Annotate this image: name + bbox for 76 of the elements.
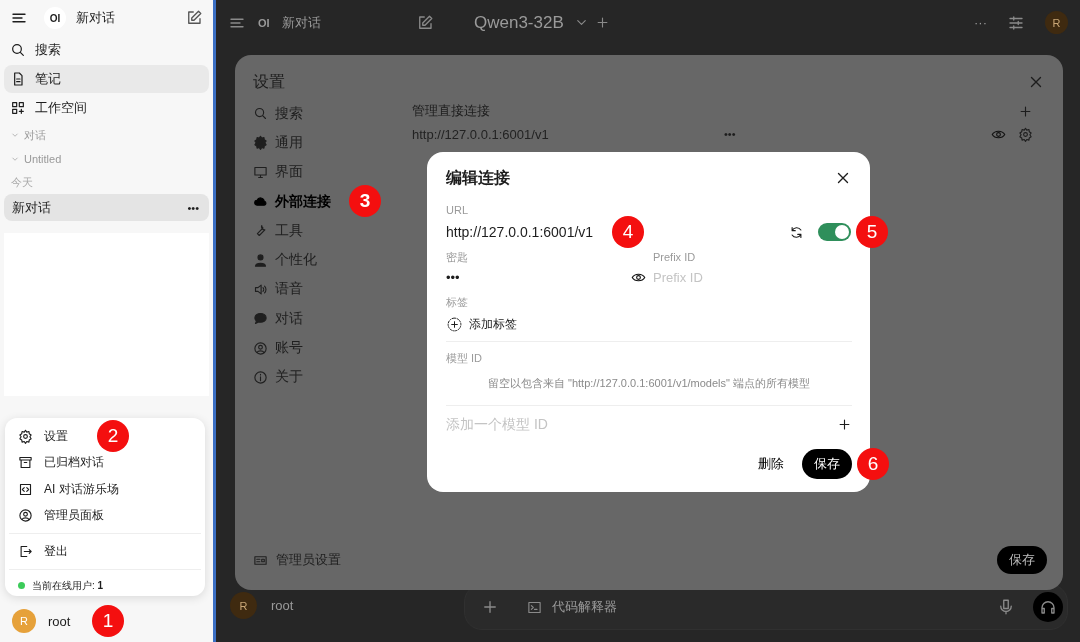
- connection-key: •••: [724, 128, 736, 140]
- user-name: root: [271, 598, 294, 613]
- sliders-icon: [1007, 13, 1025, 32]
- settings-icon[interactable]: [1018, 126, 1033, 142]
- save-button[interactable]: 保存: [997, 546, 1047, 574]
- url-field[interactable]: http://127.0.0.1:6001/v1: [446, 224, 594, 240]
- plus-icon[interactable]: [837, 416, 852, 432]
- section-title: 管理直接连接: [412, 102, 490, 120]
- admin-icon: [18, 508, 33, 524]
- archive-icon: [18, 455, 33, 471]
- step-marker: 1: [92, 605, 124, 637]
- online-status: 当前在线用户: 1: [32, 578, 104, 593]
- add-tag-icon[interactable]: [446, 315, 463, 333]
- toggle-switch[interactable]: [818, 223, 851, 241]
- account-icon: [253, 340, 268, 356]
- logo: OI: [258, 16, 270, 29]
- sidebar-item[interactable]: 搜索: [4, 36, 209, 64]
- sidebar-title: 新对话: [281, 13, 322, 32]
- plus-icon: [481, 598, 499, 616]
- menu-item[interactable]: 管理员面板: [5, 502, 205, 529]
- step-marker: 5: [856, 216, 888, 248]
- step-marker: 3: [349, 184, 381, 217]
- person-icon: [253, 252, 268, 268]
- key-field[interactable]: •••: [446, 269, 460, 285]
- settings-tab[interactable]: 外部连接 3: [253, 186, 412, 217]
- chat-icon: [253, 311, 268, 327]
- field-label: 模型 ID: [446, 351, 484, 366]
- sidebar-item[interactable]: 笔记: [4, 65, 209, 93]
- microphone-icon: [997, 598, 1015, 616]
- model-selector: Qwen3-32B: [474, 12, 564, 33]
- step-marker: 6: [857, 448, 889, 480]
- chat-item[interactable]: 新对话 •••: [4, 194, 209, 221]
- settings-title: 设置: [253, 71, 285, 92]
- logo: OI: [44, 7, 66, 29]
- more-label: ···: [974, 15, 987, 30]
- edit-icon: [416, 13, 434, 32]
- connection-url: http://127.0.0.1:6001/v1: [412, 126, 550, 142]
- step-marker: 4: [612, 216, 644, 248]
- code-icon: [18, 481, 33, 497]
- user-name[interactable]: root: [48, 613, 71, 629]
- field-label: 标签: [446, 295, 469, 310]
- menu-item[interactable]: 登出: [5, 538, 205, 565]
- add-tag-button[interactable]: 添加标签: [469, 315, 517, 333]
- gear-icon: [253, 135, 268, 151]
- delete-button[interactable]: 删除: [758, 455, 784, 473]
- field-label: URL: [446, 203, 469, 218]
- field-label: 密匙: [446, 250, 469, 265]
- tool-label: 代码解释器: [552, 598, 617, 616]
- step-marker: 2: [97, 420, 129, 452]
- sidebar-title: 新对话: [76, 9, 116, 27]
- search-icon: [10, 42, 26, 58]
- menu-item[interactable]: 已归档对话: [5, 449, 205, 476]
- monitor-icon: [253, 164, 268, 180]
- logout-icon: [18, 543, 33, 559]
- info-icon: [253, 369, 268, 385]
- model-id-field[interactable]: 添加一个模型 ID: [446, 416, 646, 432]
- section-label: 今天: [10, 174, 34, 190]
- menu-item[interactable]: 设置 2: [5, 423, 205, 450]
- terminal-icon: [527, 599, 542, 615]
- sidebar-item[interactable]: 工作空间: [4, 94, 209, 122]
- search-icon: [253, 106, 268, 122]
- avatar: R: [230, 592, 257, 619]
- headphones-icon: [1039, 598, 1057, 616]
- prefix-id-field[interactable]: Prefix ID: [653, 269, 803, 285]
- avatar: R: [1045, 11, 1068, 34]
- field-label: Prefix ID: [653, 250, 696, 265]
- menu-item[interactable]: AI 对话游乐场: [5, 476, 205, 503]
- hint-text: 留空以包含来自 "http://127.0.0.1:6001/v1/models" 端点的所有模型: [487, 376, 811, 391]
- online-dot: [18, 582, 25, 589]
- save-button[interactable]: 保存: [802, 449, 852, 479]
- workspace-icon: [10, 100, 26, 116]
- plus-icon: [594, 15, 610, 30]
- settings-icon: [18, 428, 33, 444]
- edit-icon[interactable]: [185, 9, 203, 27]
- dialog-title: 编辑连接: [446, 167, 510, 188]
- refresh-icon[interactable]: [789, 224, 804, 240]
